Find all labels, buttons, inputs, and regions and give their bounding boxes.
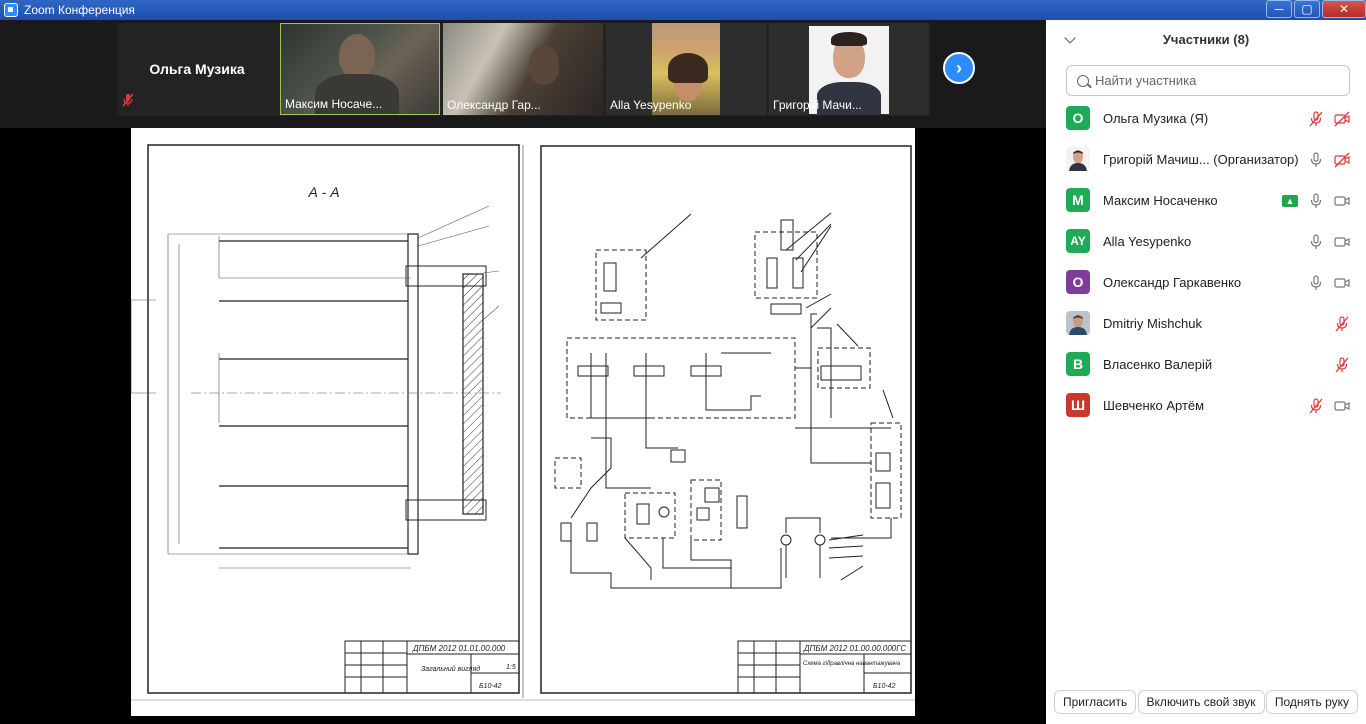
tile-name: Григорій Мачи... bbox=[773, 98, 862, 112]
participant-row[interactable]: AY Alla Yesypenko bbox=[1046, 221, 1366, 262]
participants-title: Участники (8) bbox=[1162, 32, 1250, 47]
video-strip: Ольга Музика Максим Носаче... Олександр … bbox=[0, 20, 1046, 128]
search-input[interactable] bbox=[1095, 73, 1335, 88]
muted-mic-icon bbox=[121, 93, 135, 112]
section-label: А - А bbox=[307, 184, 339, 200]
video-strip-inner: Ольга Музика Максим Носаче... Олександр … bbox=[117, 23, 930, 116]
mic-icon[interactable] bbox=[1308, 152, 1324, 168]
left-stamp-scale: 1:5 bbox=[506, 664, 516, 671]
participant-name: Ольга Музика (Я) bbox=[1103, 111, 1209, 126]
zoom-app-icon bbox=[4, 3, 18, 17]
raise-hand-button[interactable]: Поднять руку bbox=[1265, 690, 1358, 714]
mic-muted-icon[interactable] bbox=[1334, 316, 1350, 332]
video-tile-maksym[interactable]: Максим Носаче... bbox=[280, 23, 440, 115]
participant-name: Максим Носаченко bbox=[1103, 193, 1218, 208]
participant-video bbox=[529, 45, 559, 85]
video-icon[interactable] bbox=[1334, 234, 1350, 250]
avatar: О bbox=[1066, 270, 1090, 294]
avatar-photo bbox=[1066, 147, 1090, 171]
unmute-self-button[interactable]: Включить свой звук bbox=[1137, 690, 1265, 714]
participant-name: Власенко Валерій bbox=[1103, 357, 1213, 372]
avatar: В bbox=[1066, 352, 1090, 376]
left-stamp-title: Загальний вигляд bbox=[421, 665, 480, 673]
avatar: AY bbox=[1066, 229, 1090, 253]
avatar: М bbox=[1066, 188, 1090, 212]
participant-row[interactable]: М Максим Носаченко ▲ bbox=[1046, 180, 1366, 221]
participant-row[interactable]: О Ольга Музика (Я) bbox=[1046, 98, 1366, 139]
shared-screen: А - А ДПБМ 2012 01.01.00.000 Загальний в… bbox=[0, 128, 1046, 724]
minimize-button[interactable]: ─ bbox=[1266, 0, 1292, 18]
mic-icon[interactable] bbox=[1308, 193, 1324, 209]
participant-search[interactable] bbox=[1066, 65, 1350, 96]
participant-row[interactable]: В Власенко Валерій bbox=[1046, 344, 1366, 385]
video-tile-self[interactable]: Ольга Музика bbox=[117, 23, 277, 115]
video-off-icon[interactable] bbox=[1334, 111, 1350, 127]
chevron-down-icon[interactable] bbox=[1064, 32, 1076, 44]
avatar-photo bbox=[1066, 311, 1090, 335]
shared-document: А - А ДПБМ 2012 01.01.00.000 Загальний в… bbox=[131, 128, 915, 716]
video-off-icon[interactable] bbox=[1334, 152, 1350, 168]
window-controls: ─ ▢ ✕ bbox=[1264, 0, 1366, 20]
participants-footer: Пригласить Включить свой звук Поднять ру… bbox=[1046, 690, 1366, 716]
tile-name: Alla Yesypenko bbox=[610, 98, 692, 112]
video-tile-oleksandr[interactable]: Олександр Гар... bbox=[443, 23, 603, 115]
participant-name: Alla Yesypenko bbox=[1103, 234, 1192, 249]
screen-share-icon: ▲ bbox=[1282, 195, 1298, 207]
participant-row[interactable]: Dmitriy Mishchuk bbox=[1046, 303, 1366, 344]
mic-muted-icon[interactable] bbox=[1308, 398, 1324, 414]
mic-icon[interactable] bbox=[1308, 234, 1324, 250]
left-stamp-code: ДПБМ 2012 01.01.00.000 bbox=[412, 644, 506, 653]
window-titlebar: Zoom Конференция ─ ▢ ✕ bbox=[0, 0, 1366, 20]
invite-button[interactable]: Пригласить bbox=[1054, 690, 1137, 714]
participant-video bbox=[339, 34, 375, 78]
participant-name: Dmitriy Mishchuk bbox=[1103, 316, 1202, 331]
participant-name: Григорій Мачиш... (Организатор) bbox=[1103, 152, 1299, 167]
window-title: Zoom Конференция bbox=[24, 3, 135, 17]
participants-panel: Участники (8) О Ольга Музика (Я) Григорі… bbox=[1046, 20, 1366, 724]
tile-name: Олександр Гар... bbox=[447, 98, 541, 112]
participant-row[interactable]: О Олександр Гаркавенко bbox=[1046, 262, 1366, 303]
mic-icon[interactable] bbox=[1308, 275, 1324, 291]
close-button[interactable]: ✕ bbox=[1322, 0, 1366, 18]
avatar: О bbox=[1066, 106, 1090, 130]
video-icon[interactable] bbox=[1334, 193, 1350, 209]
right-stamp-group: Б10-42 bbox=[873, 683, 896, 690]
left-stamp-group: Б10-42 bbox=[479, 683, 502, 690]
video-tile-hryhorii[interactable]: Григорій Мачи... bbox=[769, 23, 929, 115]
participant-row[interactable]: Ш Шевченко Артём bbox=[1046, 385, 1366, 426]
technical-drawing: А - А ДПБМ 2012 01.01.00.000 Загальний в… bbox=[131, 144, 915, 701]
participant-name: Шевченко Артём bbox=[1103, 398, 1205, 413]
mic-muted-icon[interactable] bbox=[1334, 357, 1350, 373]
participant-row[interactable]: Григорій Мачиш... (Организатор) bbox=[1046, 139, 1366, 180]
mic-muted-icon[interactable] bbox=[1308, 111, 1324, 127]
right-stamp-title: Схема гідравлічна навантажувача bbox=[803, 661, 901, 667]
maximize-button[interactable]: ▢ bbox=[1294, 0, 1320, 18]
participants-header: Участники (8) bbox=[1046, 32, 1366, 54]
video-tile-alla[interactable]: Alla Yesypenko bbox=[606, 23, 766, 115]
search-icon bbox=[1077, 74, 1089, 87]
tile-name: Максим Носаче... bbox=[285, 97, 383, 111]
next-page-arrow-icon[interactable]: › bbox=[943, 52, 975, 84]
self-name: Ольга Музика bbox=[149, 61, 245, 77]
video-icon[interactable] bbox=[1334, 398, 1350, 414]
participant-list: О Ольга Музика (Я) Григорій Мачиш... (Ор… bbox=[1046, 98, 1366, 426]
video-icon[interactable] bbox=[1334, 275, 1350, 291]
participant-name: Олександр Гаркавенко bbox=[1103, 275, 1242, 290]
right-stamp-code: ДПБМ 2012 01.00.00.000ГС bbox=[803, 644, 906, 653]
avatar: Ш bbox=[1066, 393, 1090, 417]
